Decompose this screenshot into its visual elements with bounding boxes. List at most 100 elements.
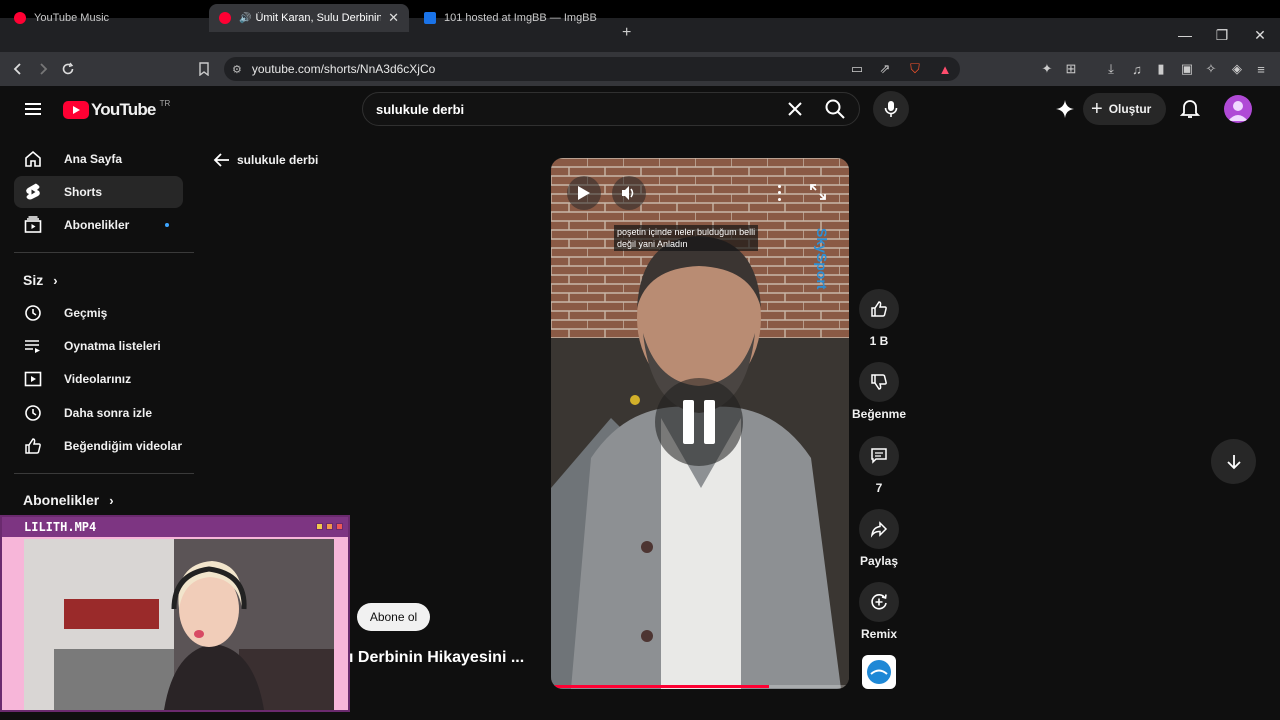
gemini-icon[interactable] bbox=[1054, 98, 1076, 120]
dislike-label: Beğenme bbox=[851, 407, 907, 421]
webcam-overlay: LILITH.MP4 bbox=[0, 515, 350, 712]
tab-youtube-music[interactable]: YouTube Music bbox=[4, 4, 204, 32]
overlay-title-bar: LILITH.MP4 bbox=[2, 517, 348, 537]
share-page-icon[interactable]: ⇗ bbox=[876, 60, 894, 78]
sidebar-item-label: Beğendiğim videolar bbox=[64, 439, 183, 453]
reload-button[interactable] bbox=[55, 52, 81, 86]
volume-button[interactable] bbox=[612, 176, 646, 210]
liked-icon bbox=[22, 437, 44, 455]
minimize-button[interactable]: — bbox=[1166, 18, 1204, 52]
chevron-right-icon: › bbox=[109, 492, 114, 508]
forward-button[interactable] bbox=[30, 52, 56, 86]
history-icon bbox=[22, 304, 44, 322]
minimize-icon bbox=[316, 523, 323, 530]
voice-search-button[interactable] bbox=[873, 91, 909, 127]
video-title[interactable]: ı Derbinin Hikayesini ... bbox=[349, 649, 524, 667]
webcam-feed bbox=[24, 539, 334, 710]
channel-logo-icon bbox=[867, 660, 891, 684]
sidebar-item-subscriptions[interactable]: Abonelikler bbox=[14, 209, 183, 241]
cast-icon[interactable]: ▭ bbox=[848, 60, 866, 78]
sidebar-item-home[interactable]: Ana Sayfa bbox=[14, 143, 183, 175]
wallet-icon[interactable]: ▣ bbox=[1178, 60, 1196, 78]
comment-icon bbox=[871, 448, 887, 464]
downloads-icon[interactable]: ⤓ bbox=[1102, 60, 1120, 78]
arrow-left-icon bbox=[13, 63, 21, 75]
subscriptions-section-label: Abonelikler bbox=[23, 492, 100, 508]
close-window-button[interactable]: ✕ bbox=[1241, 18, 1279, 52]
back-button[interactable] bbox=[5, 52, 31, 86]
bookmark-icon[interactable] bbox=[195, 60, 213, 78]
sidebar-item-shorts[interactable]: Shorts bbox=[14, 176, 183, 208]
arrow-right-icon bbox=[40, 63, 48, 75]
sidebar-item-label: Oynatma listeleri bbox=[64, 339, 161, 353]
region-code: TR bbox=[159, 98, 171, 108]
dislike-button[interactable] bbox=[859, 362, 899, 402]
tab-imgbb[interactable]: 101 hosted at ImgBB — ImgBB bbox=[414, 4, 614, 32]
home-icon bbox=[22, 150, 44, 168]
url-text: youtube.com/shorts/NnA3d6cXjCo bbox=[251, 62, 436, 76]
site-settings-icon[interactable]: ⚙ bbox=[232, 63, 242, 76]
pause-indicator[interactable] bbox=[655, 378, 743, 466]
sidebar-item-watch-later[interactable]: Daha sonra izle bbox=[14, 397, 183, 429]
vpn-icon[interactable]: ◈ bbox=[1228, 60, 1246, 78]
sidebar-item-history[interactable]: Geçmiş bbox=[14, 297, 183, 329]
maximize-button[interactable]: ❐ bbox=[1203, 18, 1241, 52]
brave-shield-icon[interactable]: ⛉ bbox=[906, 60, 924, 78]
fullscreen-icon[interactable] bbox=[809, 183, 827, 201]
youtube-play-logo-icon bbox=[63, 101, 89, 119]
subscriptions-section-header[interactable]: Abonelikler › bbox=[23, 492, 114, 508]
you-section-label: Siz bbox=[23, 272, 44, 288]
pause-icon bbox=[683, 400, 715, 444]
search-icon[interactable] bbox=[824, 98, 846, 120]
audio-playing-icon: 🔊 bbox=[239, 12, 252, 24]
back-to-search-link[interactable]: sulukule derbi bbox=[213, 152, 318, 168]
volume-icon bbox=[622, 186, 634, 200]
sound-thumbnail[interactable] bbox=[862, 655, 896, 689]
logo-text: YouTube bbox=[91, 100, 156, 119]
share-icon bbox=[870, 521, 888, 538]
avatar[interactable] bbox=[1224, 95, 1252, 123]
menu-icon[interactable]: ≡ bbox=[1252, 60, 1270, 78]
like-count: 1 B bbox=[869, 334, 889, 348]
sidebar-item-your-videos[interactable]: Videolarınız bbox=[14, 363, 183, 395]
remix-button[interactable] bbox=[859, 582, 899, 622]
sidebar-item-liked-videos[interactable]: Beğendiğim videolar bbox=[14, 430, 183, 462]
next-video-button[interactable] bbox=[1211, 439, 1256, 484]
create-button[interactable]: + Oluştur bbox=[1083, 93, 1166, 125]
tab-search-icon[interactable]: ⊞ bbox=[1062, 60, 1080, 78]
rewards-icon[interactable]: ▲ bbox=[936, 60, 954, 78]
youtube-music-favicon-icon bbox=[14, 12, 26, 24]
media-icon[interactable]: ♫ bbox=[1128, 60, 1146, 78]
youtube-logo[interactable]: YouTube TR bbox=[63, 98, 171, 120]
guide-menu-icon[interactable] bbox=[22, 99, 44, 119]
clear-search-icon[interactable] bbox=[785, 99, 805, 119]
search-query: sulukule derbi bbox=[376, 101, 465, 117]
leo-ai-icon[interactable]: ✧ bbox=[1202, 60, 1220, 78]
notifications-icon[interactable] bbox=[1179, 98, 1201, 120]
share-button[interactable] bbox=[859, 509, 899, 549]
you-section-header[interactable]: Siz › bbox=[23, 272, 58, 288]
subscribe-button[interactable]: Abone ol bbox=[357, 603, 430, 631]
sidebar-divider bbox=[14, 252, 194, 253]
arrow-left-icon bbox=[213, 153, 229, 167]
tab-label: 101 hosted at ImgBB — ImgBB bbox=[444, 12, 597, 24]
play-button[interactable] bbox=[567, 176, 601, 210]
reload-icon bbox=[62, 62, 74, 75]
extensions-icon[interactable]: ✦ bbox=[1038, 60, 1056, 78]
tab-current-video[interactable]: 🔊 Ümit Karan, Sulu Derbinin Hik ✕ bbox=[209, 4, 409, 32]
progress-track[interactable] bbox=[551, 685, 849, 688]
tab-label: YouTube Music bbox=[34, 12, 110, 24]
progress-fill bbox=[551, 685, 769, 688]
sidebar-item-label: Daha sonra izle bbox=[64, 406, 153, 420]
new-tab-button[interactable]: + bbox=[622, 24, 631, 42]
sidebar-toggle-icon[interactable]: ▮ bbox=[1152, 60, 1170, 78]
more-options-icon[interactable] bbox=[773, 183, 785, 203]
shorts-video-player[interactable]: SkySport poşetin içinde neler bulduğum b… bbox=[551, 158, 849, 689]
close-tab-icon[interactable]: ✕ bbox=[388, 10, 399, 26]
youtube-favicon-icon bbox=[219, 12, 231, 24]
like-button[interactable] bbox=[859, 289, 899, 329]
comments-button[interactable] bbox=[859, 436, 899, 476]
sidebar-item-playlists[interactable]: Oynatma listeleri bbox=[14, 330, 183, 362]
back-label: sulukule derbi bbox=[237, 153, 319, 167]
video-caption: poşetin içinde neler bulduğum belli deği… bbox=[614, 225, 759, 251]
